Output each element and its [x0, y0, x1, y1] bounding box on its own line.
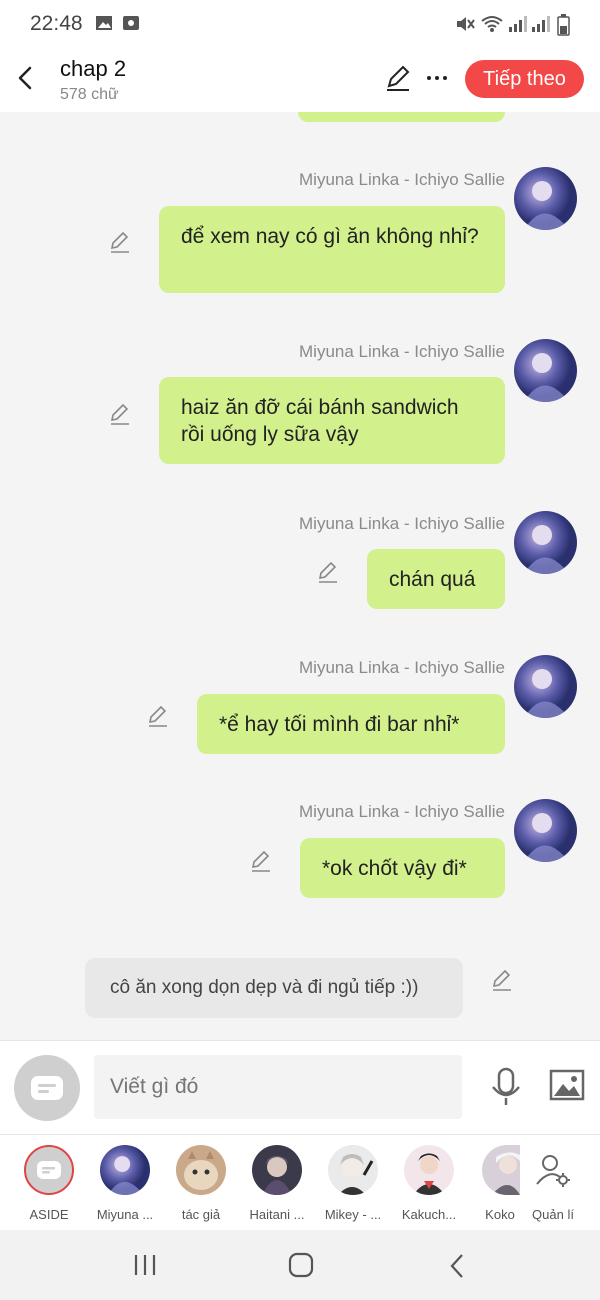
- message-bubble[interactable]: để xem nay có gì ăn không nhỉ?: [159, 206, 505, 293]
- character-label: Mikey - ...: [324, 1207, 382, 1222]
- message-input[interactable]: [94, 1055, 462, 1119]
- header: chap 2 578 chữ Tiếp theo: [0, 48, 600, 112]
- aside-icon: [37, 1161, 61, 1179]
- character-label: Kakuch...: [401, 1207, 457, 1222]
- message-sender-name: Miyuna Linka - Ichiyo Sallie: [299, 802, 505, 821]
- next-chapter-button[interactable]: Tiếp theo: [465, 60, 584, 98]
- avatar[interactable]: [514, 511, 577, 574]
- avatar[interactable]: [514, 339, 577, 402]
- character-haitani[interactable]: Haitani ...: [242, 1145, 312, 1222]
- word-count: 578 chữ: [60, 86, 119, 103]
- home-icon[interactable]: [288, 1252, 314, 1278]
- character-kakucho[interactable]: Kakuch...: [394, 1145, 464, 1222]
- edit-message-icon[interactable]: [146, 704, 170, 728]
- character-label: Haitani ...: [249, 1207, 305, 1222]
- character-label: Koko: [485, 1207, 515, 1222]
- edit-message-icon[interactable]: [249, 849, 273, 873]
- chapter-title: chap 2: [60, 56, 127, 81]
- message-sender-name: Miyuna Linka - Ichiyo Sallie: [299, 342, 505, 361]
- message-bubble[interactable]: *ể hay tối mình đi bar nhỉ*: [197, 694, 505, 754]
- message-sender-name: Miyuna Linka - Ichiyo Sallie: [299, 658, 505, 677]
- avatar: [328, 1145, 378, 1195]
- wifi-icon: [481, 16, 503, 32]
- image-upload-icon[interactable]: [549, 1069, 585, 1101]
- microphone-icon[interactable]: [490, 1067, 522, 1107]
- aside-icon: [31, 1076, 63, 1100]
- character-aside[interactable]: ASIDE: [14, 1145, 84, 1222]
- battery-icon: [557, 14, 570, 36]
- message-bubble[interactable]: chán quá: [367, 549, 505, 609]
- avatar: [100, 1145, 150, 1195]
- message-bubble[interactable]: *ok chốt vậy đi*: [300, 838, 505, 898]
- user-settings-icon: [536, 1155, 570, 1187]
- character-label: tác giả: [181, 1207, 221, 1222]
- more-options-icon[interactable]: [426, 64, 448, 92]
- avatar: [482, 1145, 520, 1195]
- compose-bar: [0, 1040, 600, 1134]
- chat-area: Miyuna Linka - Ichiyo Sallie để xem nay …: [0, 112, 600, 1040]
- notification-icon: [123, 16, 139, 30]
- status-bar: 22:48: [0, 0, 600, 48]
- previous-message-bubble[interactable]: [298, 112, 505, 122]
- avatar[interactable]: [514, 799, 577, 862]
- edit-message-icon[interactable]: [108, 230, 132, 254]
- signal-icon-1: [509, 16, 527, 32]
- back-arrow-icon[interactable]: [12, 60, 44, 96]
- character-miyuna[interactable]: Miyuna ...: [90, 1145, 160, 1222]
- character-label: Quản lí: [532, 1207, 574, 1222]
- edit-pencil-icon[interactable]: [384, 64, 412, 92]
- avatar: [176, 1145, 226, 1195]
- status-time: 22:48: [30, 12, 83, 35]
- system-back-icon[interactable]: [448, 1253, 466, 1279]
- edit-message-icon[interactable]: [108, 402, 132, 426]
- avatar: [404, 1145, 454, 1195]
- avatar[interactable]: [514, 167, 577, 230]
- gallery-notification-icon: [96, 16, 112, 30]
- aside-narration-bubble[interactable]: cô ăn xong dọn dẹp và đi ngủ tiếp :)): [85, 958, 463, 1018]
- edit-message-icon[interactable]: [490, 968, 514, 992]
- edit-message-icon[interactable]: [316, 560, 340, 584]
- character-koko[interactable]: Koko: [470, 1145, 520, 1222]
- character-label: ASIDE: [29, 1207, 69, 1222]
- signal-icon-2: [532, 16, 550, 32]
- manage-characters-button[interactable]: Quản lí: [518, 1145, 588, 1222]
- recent-apps-icon[interactable]: [133, 1254, 157, 1276]
- aside-mode-button[interactable]: [14, 1055, 80, 1121]
- character-selector: ASIDE Miyuna ... tác giả Haitani ... Mik…: [0, 1134, 600, 1230]
- message-sender-name: Miyuna Linka - Ichiyo Sallie: [299, 514, 505, 533]
- character-author[interactable]: tác giả: [166, 1145, 236, 1222]
- character-mikey[interactable]: Mikey - ...: [318, 1145, 388, 1222]
- avatar[interactable]: [514, 655, 577, 718]
- avatar: [252, 1145, 302, 1195]
- system-nav-bar: [0, 1230, 600, 1300]
- message-bubble[interactable]: haiz ăn đỡ cái bánh sandwich rồi uống ly…: [159, 377, 505, 464]
- message-sender-name: Miyuna Linka - Ichiyo Sallie: [299, 170, 505, 189]
- character-label: Miyuna ...: [96, 1207, 154, 1222]
- mute-icon: [457, 17, 475, 31]
